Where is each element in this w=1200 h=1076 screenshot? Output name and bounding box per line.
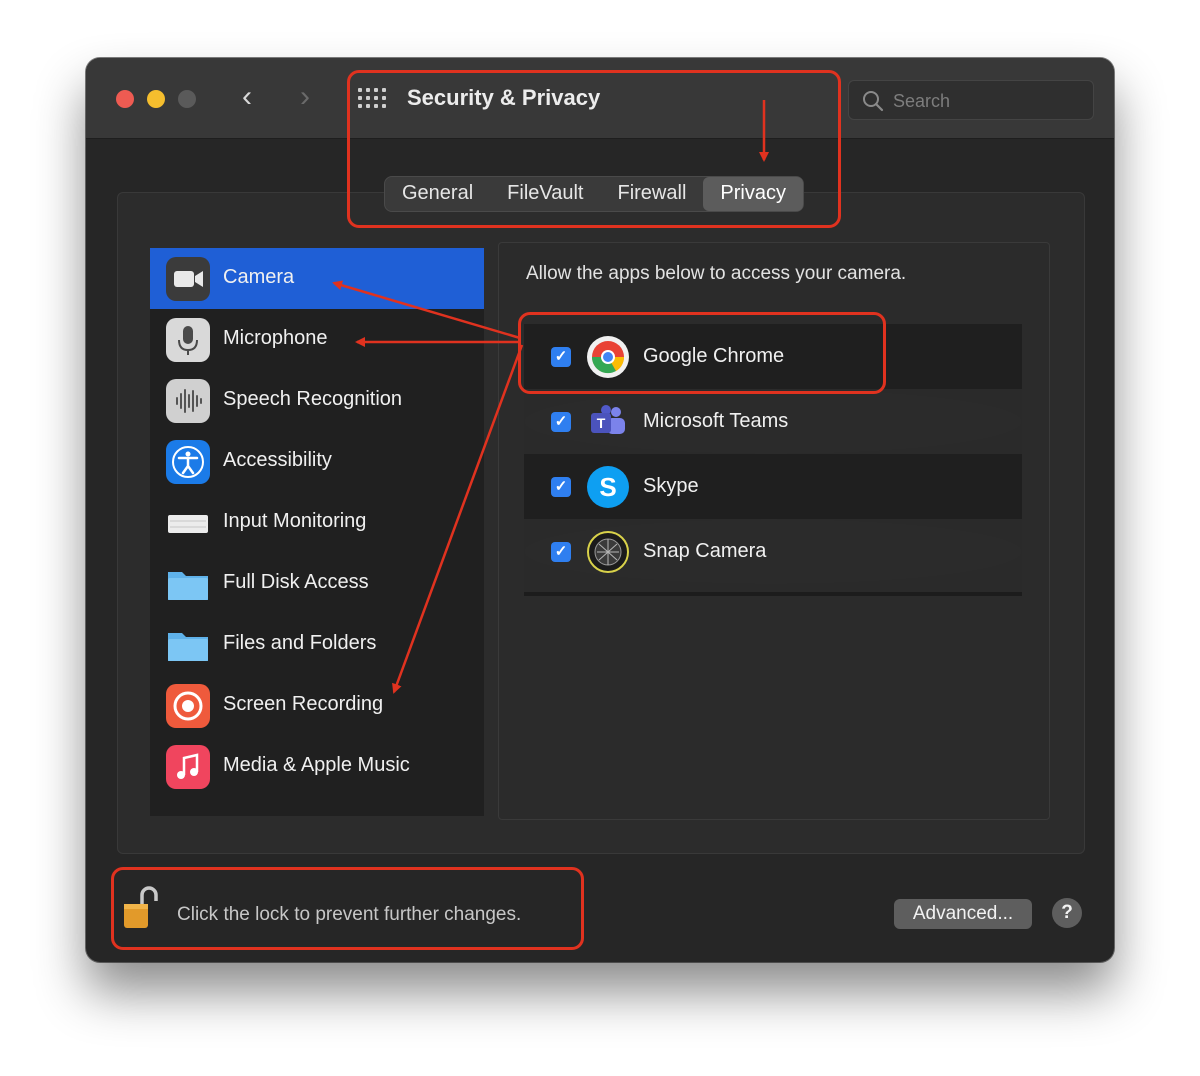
sidebar-item-label: Full Disk Access	[223, 571, 369, 593]
checkbox-snap-camera[interactable]: ✓	[551, 542, 571, 562]
tab-general[interactable]: General	[385, 177, 490, 211]
sidebar-item-accessibility[interactable]: Accessibility	[150, 431, 484, 492]
app-name: Snap Camera	[643, 540, 767, 562]
lock-status-text: Click the lock to prevent further change…	[177, 904, 522, 925]
help-button[interactable]: ?	[1052, 898, 1082, 928]
sidebar-item-label: Screen Recording	[223, 693, 384, 715]
sidebar-item-camera[interactable]: Camera	[150, 248, 484, 309]
folder-icon	[166, 623, 210, 667]
snap-camera-icon	[587, 531, 629, 573]
sidebar-item-input-monitoring[interactable]: Input Monitoring	[150, 492, 484, 553]
sidebar-item-files-and-folders[interactable]: Files and Folders	[150, 614, 484, 675]
app-permission-list[interactable]: ✓ Google Chrome ✓ T Microsoft Teams ✓ S …	[524, 324, 1022, 596]
sidebar-item-label: Input Monitoring	[223, 510, 367, 532]
app-name: Skype	[643, 475, 699, 497]
minimize-button[interactable]	[147, 90, 165, 108]
tab-bar: General FileVault Firewall Privacy	[384, 176, 804, 212]
window-title: Security & Privacy	[407, 85, 601, 110]
skype-icon: S	[587, 466, 629, 508]
sidebar-item-label: Microphone	[223, 327, 328, 349]
sidebar-item-label: Media & Apple Music	[223, 754, 410, 776]
sidebar-item-microphone[interactable]: Microphone	[150, 309, 484, 370]
sidebar-item-speech-recognition[interactable]: Speech Recognition	[150, 370, 484, 431]
accessibility-icon	[166, 440, 210, 484]
tab-filevault[interactable]: FileVault	[490, 177, 600, 211]
preferences-window: ‹ › Security & Privacy Search General Fi…	[86, 58, 1114, 962]
show-all-grid-icon[interactable]	[358, 88, 386, 110]
unlocked-lock-icon[interactable]	[122, 884, 158, 932]
advanced-button[interactable]: Advanced...	[894, 899, 1032, 929]
panel-description: Allow the apps below to access your came…	[526, 263, 907, 284]
app-row-google-chrome[interactable]: ✓ Google Chrome	[524, 324, 1022, 389]
forward-button[interactable]: ›	[300, 82, 310, 112]
checkbox-microsoft-teams[interactable]: ✓	[551, 412, 571, 432]
music-icon	[166, 745, 210, 789]
microphone-icon	[166, 318, 210, 362]
app-row-snap-camera[interactable]: ✓ Snap Camera	[524, 519, 1022, 584]
screen-recording-icon	[166, 684, 210, 728]
back-button[interactable]: ‹	[242, 82, 252, 112]
app-name: Google Chrome	[643, 345, 785, 367]
camera-icon	[166, 257, 210, 301]
app-row-microsoft-teams[interactable]: ✓ T Microsoft Teams	[524, 389, 1022, 454]
sidebar-item-media-apple-music[interactable]: Media & Apple Music	[150, 736, 484, 797]
app-row-skype[interactable]: ✓ S Skype	[524, 454, 1022, 519]
tab-firewall[interactable]: Firewall	[600, 177, 703, 211]
chrome-icon	[587, 336, 629, 378]
waveform-icon	[166, 379, 210, 423]
keyboard-icon	[166, 501, 210, 545]
tab-privacy[interactable]: Privacy	[703, 177, 803, 211]
svg-text:S: S	[599, 472, 616, 502]
title-bar: ‹ › Security & Privacy Search	[86, 58, 1114, 139]
teams-icon: T	[587, 401, 629, 443]
checkbox-google-chrome[interactable]: ✓	[551, 347, 571, 367]
sidebar-item-label: Speech Recognition	[223, 388, 403, 410]
search-input[interactable]: Search	[848, 80, 1094, 120]
zoom-button[interactable]	[178, 90, 196, 108]
close-button[interactable]	[116, 90, 134, 108]
search-placeholder: Search	[893, 91, 951, 111]
checkbox-skype[interactable]: ✓	[551, 477, 571, 497]
search-icon	[863, 91, 884, 112]
sidebar-item-full-disk-access[interactable]: Full Disk Access	[150, 553, 484, 614]
app-name: Microsoft Teams	[643, 410, 789, 432]
sidebar-item-label: Accessibility	[223, 449, 332, 471]
privacy-category-list[interactable]: Camera Microphone Speech Recognition Acc…	[150, 248, 484, 816]
sidebar-item-label: Camera	[223, 266, 295, 288]
folder-icon	[166, 562, 210, 606]
svg-text:T: T	[597, 415, 606, 431]
sidebar-item-label: Files and Folders	[223, 632, 377, 654]
sidebar-item-screen-recording[interactable]: Screen Recording	[150, 675, 484, 736]
